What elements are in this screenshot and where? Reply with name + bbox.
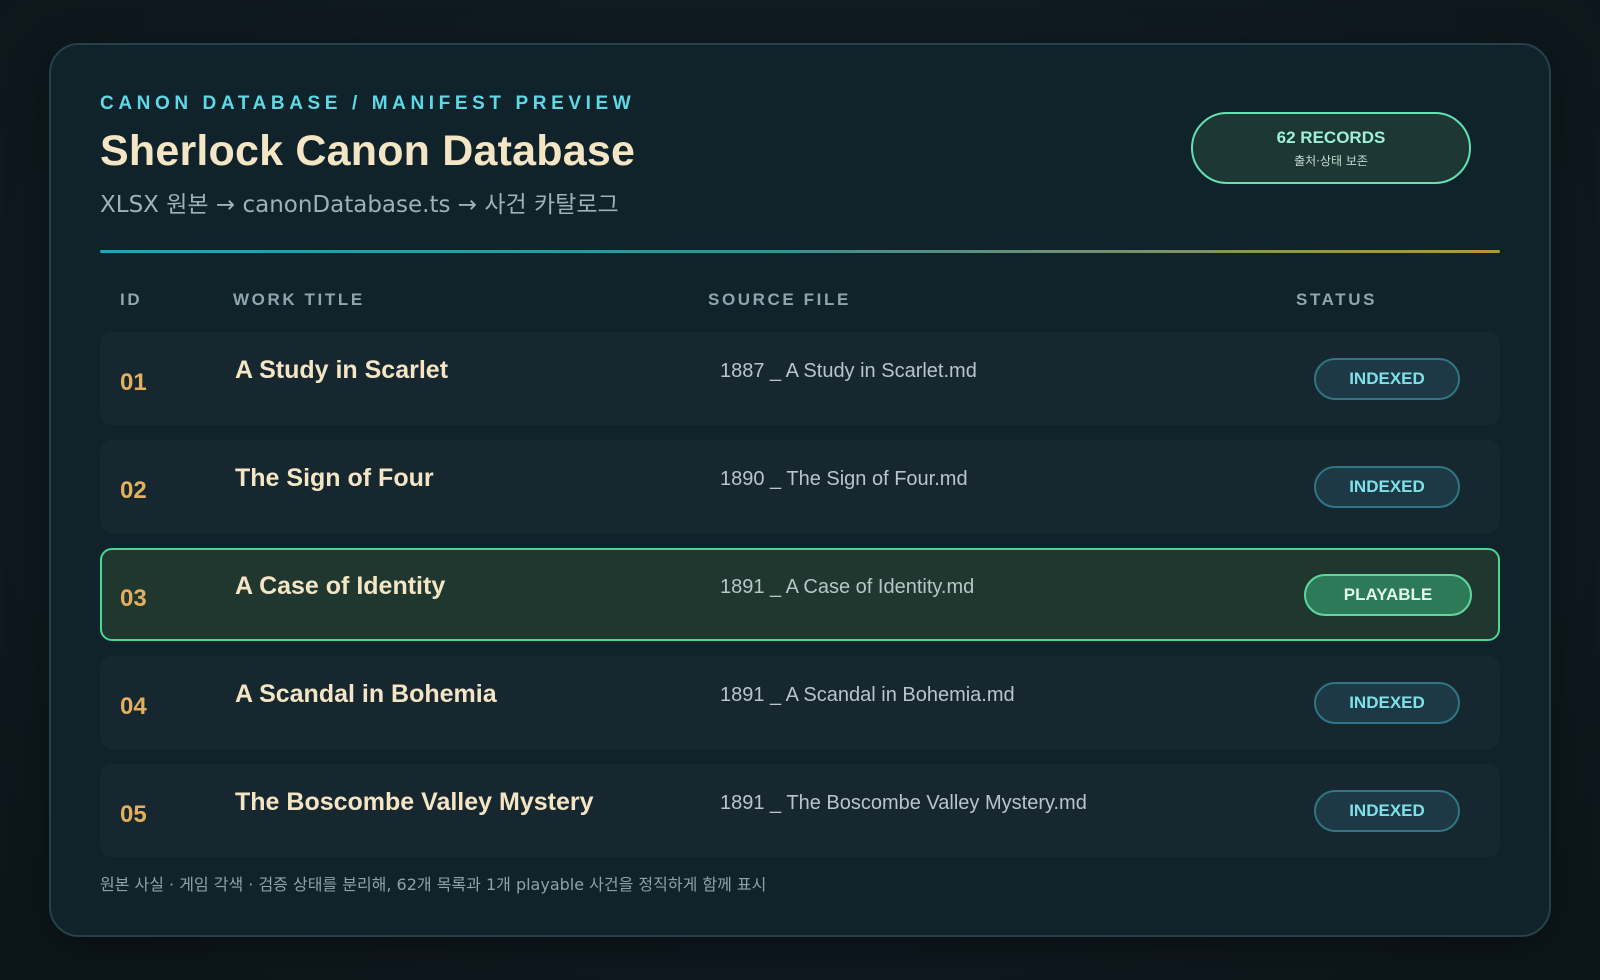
row-source-file: 1887 _ A Study in Scarlet.md	[720, 360, 977, 382]
column-header-title: WORK TITLE	[233, 290, 365, 309]
column-header-status: STATUS	[1296, 290, 1378, 309]
status-badge: INDEXED	[1314, 358, 1460, 400]
row-title: The Boscombe Valley Mystery	[235, 788, 594, 816]
table-row[interactable]: 05 The Boscombe Valley Mystery 1891 _ Th…	[100, 764, 1500, 857]
table-row-selected[interactable]: 03 A Case of Identity 1891 _ A Case of I…	[100, 548, 1500, 641]
eyebrow-label: CANON DATABASE / MANIFEST PREVIEW	[100, 93, 636, 114]
row-source-file: 1890 _ The Sign of Four.md	[720, 468, 968, 490]
row-title: A Scandal in Bohemia	[235, 680, 497, 708]
records-subtitle: 출처·상태 보존	[1294, 153, 1368, 168]
page-title: Sherlock Canon Database	[100, 127, 636, 175]
table-row[interactable]: 02 The Sign of Four 1890 _ The Sign of F…	[100, 440, 1500, 533]
table-row[interactable]: 01 A Study in Scarlet 1887 _ A Study in …	[100, 332, 1500, 425]
row-source-file: 1891 _ A Scandal in Bohemia.md	[720, 684, 1015, 706]
row-id: 03	[120, 585, 147, 612]
records-count: 62 RECORDS	[1276, 127, 1386, 147]
page-subtitle: XLSX 원본 → canonDatabase.ts → 사건 카탈로그	[100, 192, 619, 218]
row-title: A Study in Scarlet	[235, 356, 449, 384]
row-id: 05	[120, 801, 147, 828]
status-badge: INDEXED	[1314, 682, 1460, 724]
row-source-file: 1891 _ A Case of Identity.md	[720, 576, 975, 598]
row-source-file: 1891 _ The Boscombe Valley Mystery.md	[720, 792, 1087, 814]
row-id: 04	[120, 693, 147, 720]
manifest-panel: CANON DATABASE / MANIFEST PREVIEW Sherlo…	[49, 43, 1551, 937]
row-title: A Case of Identity	[235, 572, 446, 600]
status-badge-playable[interactable]: PLAYABLE	[1304, 574, 1472, 616]
footer-note: 원본 사실 · 게임 각색 · 검증 상태를 분리해, 62개 목록과 1개 p…	[100, 875, 767, 894]
records-count-badge: 62 RECORDS 출처·상태 보존	[1191, 112, 1471, 184]
row-id: 02	[120, 477, 147, 504]
table-row[interactable]: 04 A Scandal in Bohemia 1891 _ A Scandal…	[100, 656, 1500, 749]
table-header: ID WORK TITLE SOURCE FILE STATUS	[100, 290, 1500, 314]
row-title: The Sign of Four	[235, 464, 434, 492]
status-badge: INDEXED	[1314, 790, 1460, 832]
header-divider	[100, 250, 1500, 253]
column-header-source: SOURCE FILE	[708, 290, 851, 309]
column-header-id: ID	[120, 290, 143, 309]
status-badge: INDEXED	[1314, 466, 1460, 508]
row-id: 01	[120, 369, 147, 396]
